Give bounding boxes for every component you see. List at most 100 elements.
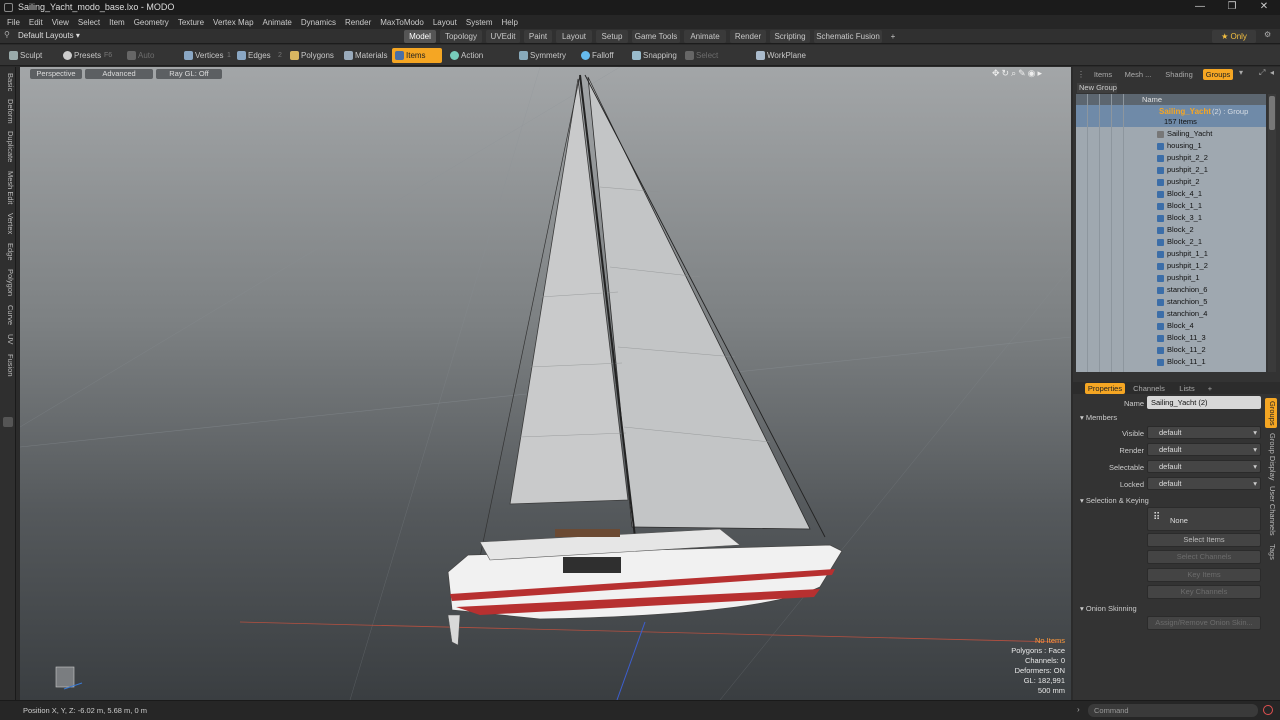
falloff-button[interactable]: Falloff <box>578 48 622 63</box>
sidetab-user-channels[interactable]: User Channels <box>1265 486 1277 536</box>
list-item[interactable]: pushpit_1 <box>1076 272 1266 284</box>
list-item[interactable]: Block_2_1 <box>1076 236 1266 248</box>
key-channels-button[interactable]: Key Channels <box>1147 585 1261 599</box>
menu-edit[interactable]: Edit <box>26 15 49 29</box>
new-group-button[interactable]: New Group <box>1077 83 1117 93</box>
menu-dynamics[interactable]: Dynamics <box>298 15 342 29</box>
select-items-button[interactable]: Select Items <box>1147 533 1261 547</box>
items-mode-button[interactable]: Items <box>392 48 442 63</box>
list-scrollbar[interactable] <box>1268 94 1276 372</box>
menu-help[interactable]: Help <box>499 15 524 29</box>
tab-layout[interactable]: Layout <box>556 30 592 43</box>
key-items-button[interactable]: Key Items <box>1147 568 1261 582</box>
minimize-button[interactable]: — <box>1184 0 1216 15</box>
tab-items[interactable]: Items <box>1089 69 1117 80</box>
presets-button[interactable]: Presets <box>60 48 101 63</box>
sidetab-group-display[interactable]: Group Display <box>1265 432 1277 482</box>
tab-topology[interactable]: Topology <box>440 30 482 43</box>
tab-uvedit[interactable]: UVEdit <box>486 30 520 43</box>
menu-geometry[interactable]: Geometry <box>131 15 175 29</box>
tab-mesh[interactable]: Mesh ... <box>1121 69 1155 80</box>
maximize-button[interactable]: ❐ <box>1216 0 1248 15</box>
layout-pin-icon[interactable]: ⚲ <box>4 30 10 39</box>
selection-keying-section[interactable]: ▾ Selection & Keying <box>1080 496 1149 505</box>
select-channels-button[interactable]: Select Channels <box>1147 550 1261 564</box>
list-item[interactable]: Block_3_1 <box>1076 212 1266 224</box>
command-input[interactable]: Command <box>1088 704 1258 717</box>
list-item[interactable]: stanchion_5 <box>1076 296 1266 308</box>
symmetry-button[interactable]: Symmetry <box>516 48 568 63</box>
tab-render[interactable]: Render <box>730 30 766 43</box>
action-center-button[interactable]: Action Center <box>447 48 509 75</box>
list-item[interactable]: pushpit_1_2 <box>1076 260 1266 272</box>
onion-skinning-section[interactable]: ▾ Onion Skinning <box>1080 604 1137 613</box>
menu-animate[interactable]: Animate <box>260 15 298 29</box>
list-item[interactable]: Block_11_1 <box>1076 356 1266 368</box>
name-column-header[interactable]: Name <box>1142 95 1162 104</box>
selectable-dropdown[interactable]: default <box>1147 460 1261 473</box>
list-item[interactable]: stanchion_6 <box>1076 284 1266 296</box>
tab-lists[interactable]: Lists <box>1173 383 1201 394</box>
command-expand-icon[interactable]: › <box>1077 705 1080 714</box>
list-item[interactable]: Block_11_2 <box>1076 344 1266 356</box>
select-through-toggle[interactable]: Select Through <box>682 48 746 75</box>
tab-groups[interactable]: Groups <box>1203 69 1233 80</box>
group-name-field[interactable]: Sailing_Yacht (2) <box>1147 396 1261 409</box>
tab-setup[interactable]: Setup <box>596 30 628 43</box>
tab-paint[interactable]: Paint <box>524 30 552 43</box>
menu-layout[interactable]: Layout <box>430 15 463 29</box>
list-item[interactable]: Sailing_Yacht <box>1076 128 1266 140</box>
add-properties-tab-button[interactable]: + <box>1203 383 1217 394</box>
menu-render[interactable]: Render <box>342 15 377 29</box>
menu-item[interactable]: Item <box>106 15 131 29</box>
list-item[interactable]: Block_4 <box>1076 320 1266 332</box>
sidetab-groups[interactable]: Groups <box>1265 398 1277 428</box>
list-item[interactable]: housing_1 <box>1076 140 1266 152</box>
locked-dropdown[interactable]: default <box>1147 477 1261 490</box>
tab-edge[interactable]: Edge <box>1 241 15 263</box>
close-button[interactable]: ✕ <box>1248 0 1280 15</box>
tab-animate[interactable]: Animate <box>684 30 726 43</box>
panel-menu-icon[interactable]: ◂ <box>1270 68 1274 77</box>
list-item[interactable]: Block_11_3 <box>1076 332 1266 344</box>
menu-maxtomodo[interactable]: MaxToModo <box>377 15 430 29</box>
tool-palette-icon[interactable] <box>3 417 13 427</box>
tab-basic[interactable]: Basic <box>1 71 15 93</box>
list-item[interactable]: Block_2 <box>1076 224 1266 236</box>
3d-viewport[interactable]: Perspective Advanced Ray GL: Off ✥↻⌕✎◉▸ <box>20 67 1071 700</box>
tab-deform[interactable]: Deform <box>1 97 15 125</box>
panel-grip-icon[interactable]: ⋮ <box>1077 70 1085 79</box>
tab-vertex[interactable]: Vertex <box>1 211 15 237</box>
record-icon[interactable] <box>1263 705 1273 715</box>
list-item[interactable]: Block_1_1 <box>1076 200 1266 212</box>
menu-texture[interactable]: Texture <box>175 15 210 29</box>
tab-fusion[interactable]: Fusion <box>1 351 15 379</box>
list-item[interactable]: pushpit_2_2 <box>1076 152 1266 164</box>
snapping-button[interactable]: Snapping <box>629 48 677 63</box>
settings-gear-icon[interactable]: ⚙ <box>1264 30 1271 39</box>
vertices-mode-button[interactable]: Vertices <box>181 48 225 63</box>
add-tab-button[interactable]: + <box>886 30 900 43</box>
menu-view[interactable]: View <box>49 15 75 29</box>
tab-uv[interactable]: UV <box>1 331 15 347</box>
tab-shading[interactable]: Shading <box>1161 69 1197 80</box>
tab-model[interactable]: Model <box>404 30 436 43</box>
only-toggle[interactable]: ★ Only <box>1212 30 1256 43</box>
list-item[interactable]: stanchion_4 <box>1076 308 1266 320</box>
tab-polygon[interactable]: Polygon <box>1 267 15 299</box>
menu-vertex-map[interactable]: Vertex Map <box>210 15 259 29</box>
selection-set-box[interactable]: ⠿ None <box>1147 507 1261 531</box>
menu-system[interactable]: System <box>463 15 499 29</box>
tab-curve[interactable]: Curve <box>1 303 15 327</box>
edges-mode-button[interactable]: Edges <box>234 48 274 63</box>
tab-mesh-edit[interactable]: Mesh Edit <box>1 169 15 207</box>
workplane-button[interactable]: WorkPlane <box>753 48 806 63</box>
panel-expand-icon[interactable]: ⤢ <box>1259 68 1265 78</box>
list-item[interactable]: pushpit_1_1 <box>1076 248 1266 260</box>
list-item[interactable]: pushpit_2_1 <box>1076 164 1266 176</box>
sidetab-tags[interactable]: Tags <box>1265 540 1277 564</box>
tab-channels[interactable]: Channels <box>1129 383 1169 394</box>
default-layouts-dropdown[interactable]: Default Layouts ▾ <box>18 31 80 40</box>
polygons-mode-button[interactable]: Polygons <box>287 48 335 63</box>
render-dropdown[interactable]: default <box>1147 443 1261 456</box>
